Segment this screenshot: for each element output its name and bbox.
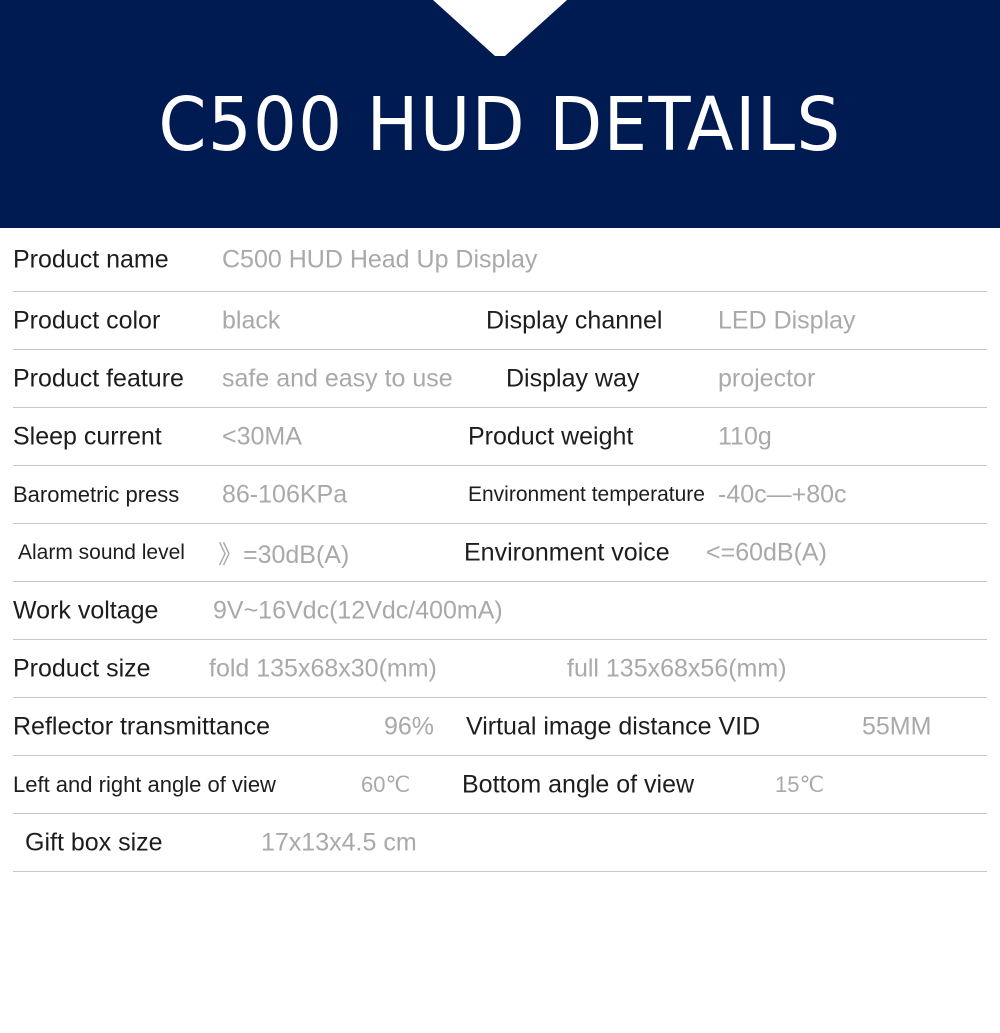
header-banner: C500 HUD DETAILS [0,0,1000,228]
spec-label-product-feature: Product feature [13,364,184,392]
spec-value-product-feature: safe and easy to use [222,364,453,392]
spec-value-product-weight: 110g [718,422,772,450]
spec-label-work-voltage: Work voltage [13,596,159,624]
spec-label-product-color: Product color [13,306,161,334]
spec-value-left-right-angle-of-view: 60℃ [361,771,411,797]
spec-label-left-right-angle-of-view: Left and right angle of view [13,771,276,797]
spec-value-work-voltage: 9V~16Vdc(12Vdc/400mA) [213,596,503,624]
spec-value-display-way: projector [718,364,816,392]
table-row: Barometric press 86-106KPa Environment t… [13,466,987,524]
spec-label-product-weight: Product weight [468,422,634,450]
spec-label-barometric-press: Barometric press [13,481,180,507]
spec-value-display-channel: LED Display [718,306,856,334]
table-row: Alarm sound level 》=30dB(A) Environment … [13,524,987,582]
table-row: Left and right angle of view 60℃ Bottom … [13,756,987,814]
page-title: C500 HUD DETAILS [158,82,842,168]
spec-label-bottom-angle-of-view: Bottom angle of view [462,770,695,798]
spec-label-gift-box-size: Gift box size [25,828,163,856]
spec-label-display-channel: Display channel [486,306,663,334]
spec-label-display-way: Display way [506,364,640,392]
spec-value-gift-box-size: 17x13x4.5 cm [261,828,417,856]
spec-value-sleep-current: <30MA [222,422,302,450]
spec-label-environment-temperature: Environment temperature [468,482,705,506]
spec-label-environment-voice: Environment voice [464,538,670,566]
table-row: Product size fold 135x68x30(mm) full 135… [13,640,987,698]
spec-label-product-name: Product name [13,245,169,273]
specification-table: Product name C500 HUD Head Up Display Pr… [0,228,1000,872]
spec-value-barometric-press: 86-106KPa [222,480,348,508]
table-row: Product name C500 HUD Head Up Display [13,228,987,292]
spec-value-product-color: black [222,306,281,334]
spec-label-alarm-sound-level: Alarm sound level [18,540,185,564]
spec-value-environment-temperature: -40c—+80c [718,480,847,508]
spec-value-reflector-transmittance: 96% [384,712,435,740]
table-row: Product feature safe and easy to use Dis… [13,350,987,408]
spec-label-product-size: Product size [13,654,151,682]
spec-label-virtual-image-distance: Virtual image distance VID [466,712,761,740]
table-row: Reflector transmittance 96% Virtual imag… [13,698,987,756]
table-row: Work voltage 9V~16Vdc(12Vdc/400mA) [13,582,987,640]
spec-value-product-size-fold: fold 135x68x30(mm) [209,654,437,682]
table-row: Gift box size 17x13x4.5 cm [13,814,987,872]
spec-label-reflector-transmittance: Reflector transmittance [13,712,271,740]
table-row: Product color black Display channel LED … [13,292,987,350]
spec-value-virtual-image-distance: 55MM [862,712,932,740]
spec-value-bottom-angle-of-view: 15℃ [775,771,825,797]
spec-value-environment-voice: <=60dB(A) [706,538,827,566]
table-row: Sleep current <30MA Product weight 110g [13,408,987,466]
spec-value-product-size-full: full 135x68x56(mm) [567,654,787,682]
spec-value-alarm-sound-level: 》=30dB(A) [218,540,350,569]
spec-label-sleep-current: Sleep current [13,422,162,450]
product-spec-page: C500 HUD DETAILS Product name C500 HUD H… [0,0,1000,1033]
spec-value-product-name: C500 HUD Head Up Display [222,245,538,273]
v-notch-icon [433,0,567,56]
